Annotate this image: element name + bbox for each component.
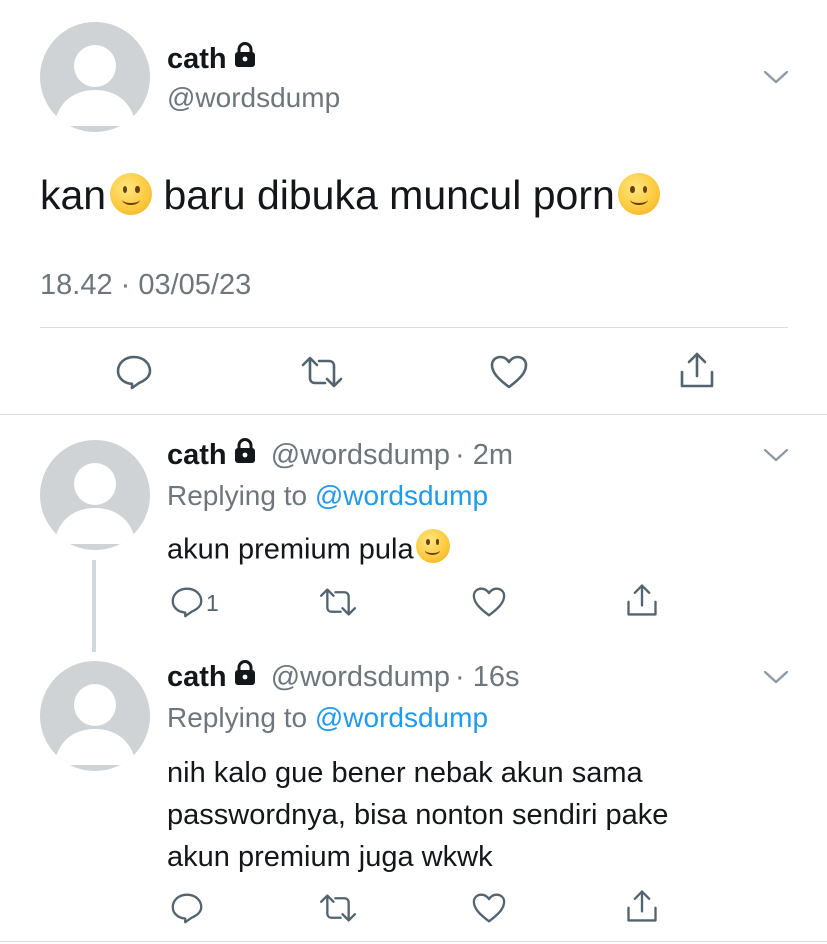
default-avatar-icon: [54, 45, 136, 126]
reply-text: akun premium pula: [167, 529, 450, 568]
reply-text-line: akun premium juga wkwk: [167, 841, 493, 873]
reply-icon[interactable]: [170, 892, 204, 924]
avatar[interactable]: [40, 440, 150, 550]
reply-header: cath @wordsdump · 2m: [167, 438, 513, 472]
reply-text: nih kalo gue bener nebak akun sama passw…: [167, 752, 668, 878]
reply-time[interactable]: · 2m: [455, 439, 513, 471]
author-name[interactable]: cath: [167, 42, 257, 76]
tweet-timestamp[interactable]: 18.42 · 03/05/23: [40, 268, 251, 302]
retweet-icon[interactable]: [318, 586, 358, 618]
tweet-text-part-1: kan: [40, 172, 107, 218]
reply-icon[interactable]: [170, 586, 204, 618]
lock-icon: [233, 438, 257, 472]
chevron-down-icon[interactable]: [762, 446, 790, 464]
tweet-text: kan baru dibuka muncul porn: [40, 170, 660, 220]
replying-to: Replying to @wordsdump: [167, 480, 488, 512]
thread-connector: [92, 560, 96, 652]
author-handle[interactable]: @wordsdump: [271, 661, 450, 693]
share-icon[interactable]: [624, 582, 660, 618]
tweet-text-part-2: baru dibuka muncul porn: [152, 172, 615, 218]
replying-to: Replying to @wordsdump: [167, 702, 488, 734]
reply-time[interactable]: · 16s: [455, 661, 519, 693]
reply-count: 1: [206, 590, 219, 616]
share-icon[interactable]: [624, 888, 660, 924]
replying-to-link[interactable]: @wordsdump: [315, 480, 488, 511]
author-name-text[interactable]: cath: [167, 43, 227, 75]
reply-header: cath @wordsdump · 16s: [167, 660, 520, 694]
author-name[interactable]: cath: [167, 439, 227, 471]
heart-icon[interactable]: [471, 586, 507, 618]
lock-icon: [233, 660, 257, 694]
avatar[interactable]: [40, 22, 150, 132]
default-avatar-icon: [54, 463, 136, 544]
chevron-down-icon[interactable]: [762, 668, 790, 686]
divider: [40, 327, 788, 328]
author-name[interactable]: cath: [167, 661, 227, 693]
avatar[interactable]: [40, 661, 150, 771]
author-handle[interactable]: @wordsdump: [271, 439, 450, 471]
divider: [0, 414, 827, 415]
chevron-down-icon[interactable]: [762, 68, 790, 86]
reply-text-line: passwordnya, bisa nonton sendiri pake: [167, 799, 669, 831]
replying-to-label: Replying to: [167, 702, 315, 733]
replying-to-link[interactable]: @wordsdump: [315, 702, 488, 733]
divider: [0, 941, 827, 942]
heart-icon[interactable]: [471, 892, 507, 924]
slightly-smiling-face-emoji: [415, 529, 450, 563]
retweet-icon[interactable]: [300, 354, 344, 390]
author-handle[interactable]: @wordsdump: [167, 82, 340, 114]
replying-to-label: Replying to: [167, 480, 315, 511]
lock-icon: [233, 42, 257, 76]
heart-icon[interactable]: [489, 354, 529, 390]
slightly-smiling-face-emoji: [110, 173, 153, 216]
reply-icon[interactable]: [115, 354, 153, 390]
retweet-icon[interactable]: [318, 892, 358, 924]
default-avatar-icon: [54, 684, 136, 765]
reply-text-line: nih kalo gue bener nebak akun sama: [167, 757, 643, 789]
reply-text-content: akun premium pula: [167, 533, 414, 566]
share-icon[interactable]: [677, 350, 717, 390]
slightly-smiling-face-emoji: [617, 173, 660, 216]
